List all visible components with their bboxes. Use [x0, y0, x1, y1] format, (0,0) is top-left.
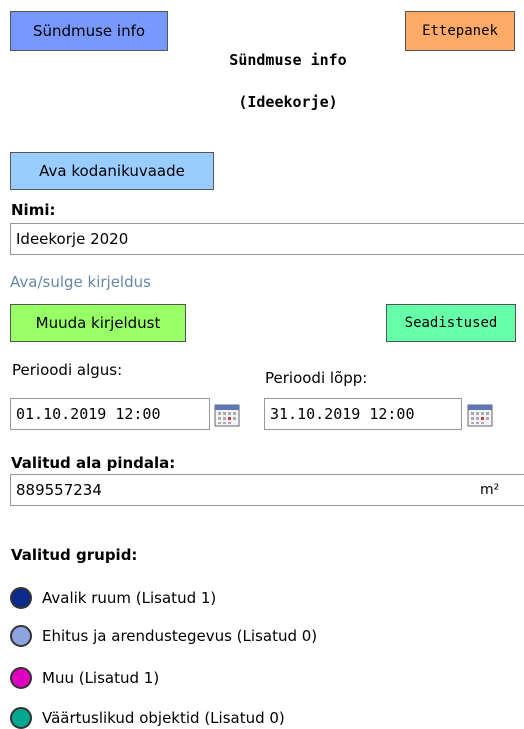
group-color-icon — [10, 667, 32, 689]
name-field[interactable]: Ideekorje 2020 — [10, 223, 524, 255]
area-unit: m² — [480, 482, 500, 498]
description-toggle-link[interactable]: Ava/sulge kirjeldus — [10, 273, 151, 291]
calendar-icon[interactable] — [214, 403, 240, 427]
event-info-button[interactable]: Sündmuse info — [10, 11, 168, 51]
period-start-field[interactable]: 01.10.2019 12:00 — [10, 398, 210, 430]
period-start-label: Perioodi algus: — [12, 361, 123, 379]
groups-label: Valitud grupid: — [11, 546, 138, 564]
page-subtitle: (Ideekorje) — [238, 93, 338, 111]
group-item[interactable]: Muu (Lisatud 1) — [10, 665, 159, 691]
area-field: 889557234 m² — [10, 474, 524, 506]
group-color-icon — [10, 587, 32, 609]
group-label: Väärtuslikud objektid (Lisatud 0) — [42, 709, 285, 727]
period-end-label: Perioodi lõpp: — [265, 369, 368, 387]
proposal-button[interactable]: Ettepanek — [405, 11, 515, 51]
open-citizen-view-button[interactable]: Ava kodanikuvaade — [10, 152, 214, 190]
calendar-icon[interactable] — [467, 403, 493, 427]
edit-description-button[interactable]: Muuda kirjeldust — [10, 304, 186, 342]
settings-button[interactable]: Seadistused — [386, 304, 516, 342]
group-item[interactable]: Väärtuslikud objektid (Lisatud 0) — [10, 705, 285, 729]
period-end-value: 31.10.2019 12:00 — [270, 405, 415, 423]
event-info-panel: Sündmuse info Ettepanek Sündmuse info (I… — [0, 0, 524, 729]
group-label: Muu (Lisatud 1) — [42, 669, 160, 687]
name-label: Nimi: — [11, 201, 56, 219]
group-item[interactable]: Ehitus ja arendustegevus (Lisatud 0) — [10, 623, 317, 649]
group-color-icon — [10, 625, 32, 647]
group-label: Ehitus ja arendustegevus (Lisatud 0) — [42, 627, 318, 645]
group-color-icon — [10, 707, 32, 729]
area-label: Valitud ala pindala: — [11, 454, 176, 472]
name-value: Ideekorje 2020 — [16, 230, 129, 248]
period-end-field[interactable]: 31.10.2019 12:00 — [264, 398, 462, 430]
group-label: Avalik ruum (Lisatud 1) — [42, 589, 217, 607]
area-value: 889557234 — [16, 481, 102, 499]
period-start-value: 01.10.2019 12:00 — [16, 405, 161, 423]
group-item[interactable]: Avalik ruum (Lisatud 1) — [10, 585, 216, 611]
page-title: Sündmuse info — [229, 51, 347, 69]
